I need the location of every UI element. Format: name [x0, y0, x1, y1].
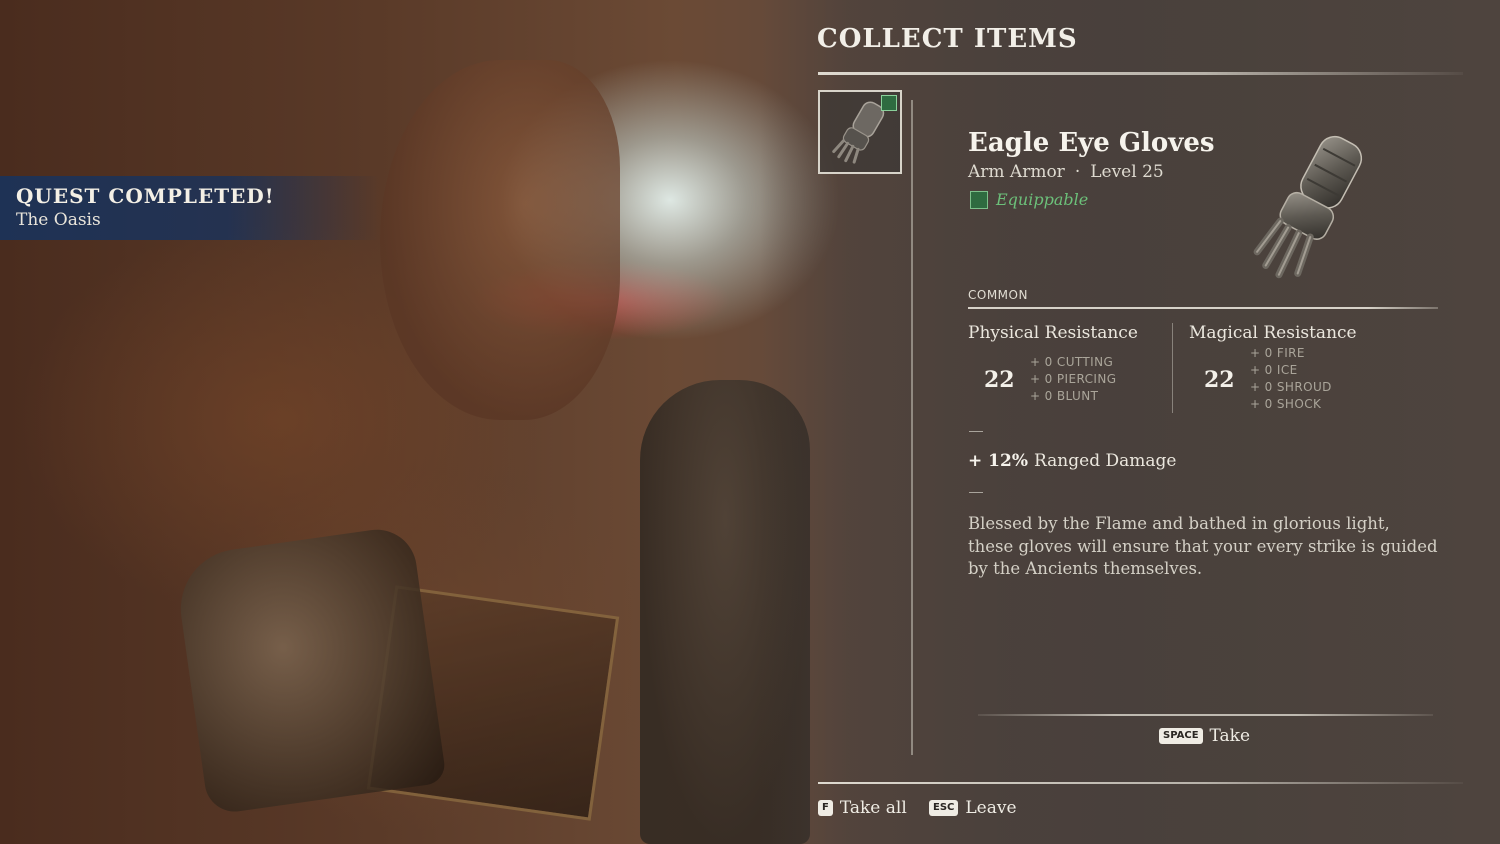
equippable-label: Equippable	[996, 190, 1089, 209]
magical-resistance-label: Magical Resistance	[1189, 323, 1357, 343]
footer-divider	[818, 782, 1463, 784]
magical-resistance-breakdown: + 0 FIRE + 0 ICE + 0 SHROUD + 0 SHOCK	[1250, 345, 1332, 413]
quest-completed-banner: QUEST COMPLETED! The Oasis	[0, 176, 380, 240]
meta-separator: ·	[1074, 162, 1081, 182]
title-divider	[818, 72, 1463, 75]
stat-cutting: + 0 CUTTING	[1030, 355, 1114, 369]
physical-resistance-value: 22	[984, 367, 1015, 393]
resistance-divider	[1172, 323, 1173, 413]
stat-fire: + 0 FIRE	[1250, 346, 1305, 360]
esc-key-icon: ESC	[929, 800, 959, 816]
bonus-value: + 12%	[968, 451, 1028, 471]
stat-ice: + 0 ICE	[1250, 363, 1298, 377]
stat-blunt: + 0 BLUNT	[1030, 389, 1099, 403]
equippable-tag: Equippable	[970, 190, 1088, 209]
collect-items-title: COLLECT ITEMS	[817, 24, 1078, 54]
bonus-stat: + 12% Ranged Damage	[968, 451, 1176, 471]
take-all-button[interactable]: F Take all	[818, 798, 907, 818]
bonus-label: Ranged Damage	[1033, 451, 1177, 471]
equippable-icon	[970, 190, 988, 209]
item-description: Blessed by the Flame and bathed in glori…	[968, 514, 1438, 578]
item-slot[interactable]	[818, 90, 902, 174]
stat-shroud: + 0 SHROUD	[1250, 380, 1332, 394]
leave-label: Leave	[965, 798, 1017, 818]
panel-divider-vertical	[911, 100, 913, 755]
take-label: Take	[1209, 726, 1251, 746]
leave-button[interactable]: ESC Leave	[929, 798, 1017, 818]
f-key-icon: F	[818, 800, 833, 816]
stat-piercing: + 0 PIERCING	[1030, 372, 1117, 386]
equippable-badge-icon	[881, 95, 897, 111]
take-all-label: Take all	[839, 798, 907, 818]
stat-shock: + 0 SHOCK	[1250, 397, 1322, 411]
item-meta: Arm Armor · Level 25	[968, 162, 1164, 182]
section-dash	[969, 431, 983, 432]
item-type: Arm Armor	[968, 162, 1065, 182]
cave-rock	[380, 60, 620, 420]
quest-name: The Oasis	[16, 210, 101, 230]
item-level: Level 25	[1090, 162, 1164, 182]
take-button[interactable]: SPACE Take	[1159, 726, 1250, 746]
item-name: Eagle Eye Gloves	[968, 128, 1215, 158]
physical-resistance-breakdown: + 0 CUTTING + 0 PIERCING + 0 BLUNT	[1030, 354, 1116, 405]
take-divider	[978, 714, 1433, 716]
treasure-chest-lid	[173, 524, 447, 816]
gauntlet-icon	[1253, 135, 1363, 279]
section-dash	[969, 492, 983, 493]
magical-resistance-value: 22	[1204, 367, 1235, 393]
quest-title: QUEST COMPLETED!	[16, 184, 275, 208]
rarity-divider	[968, 307, 1438, 309]
physical-resistance-label: Physical Resistance	[968, 323, 1138, 343]
space-key-icon: SPACE	[1159, 728, 1203, 744]
item-rarity: COMMON	[968, 288, 1028, 302]
